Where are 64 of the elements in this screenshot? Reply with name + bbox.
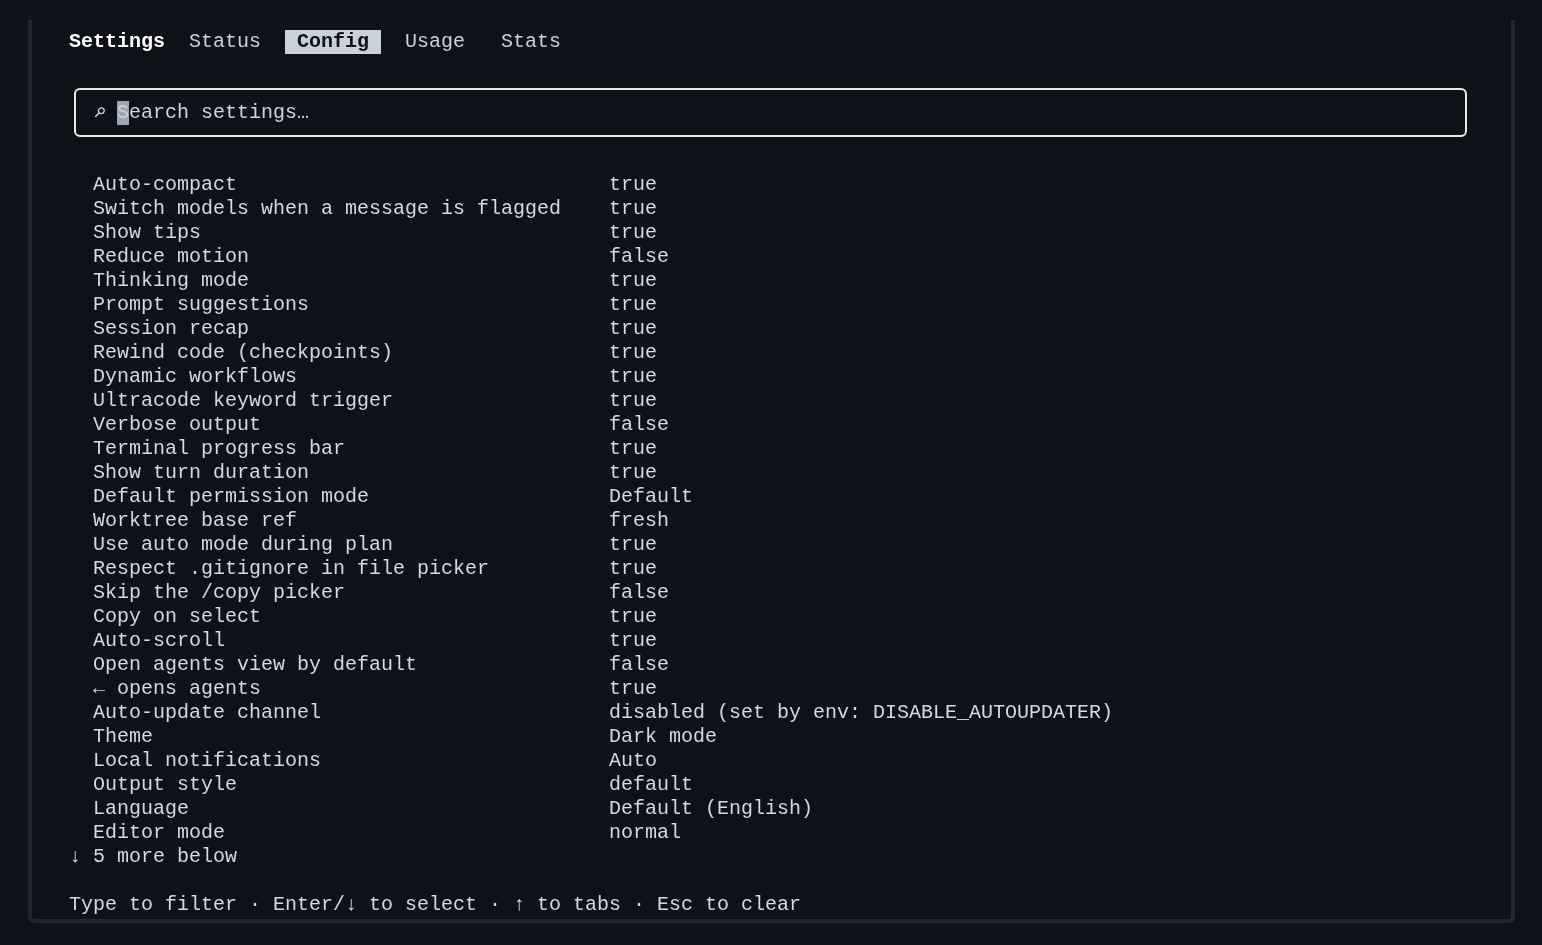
setting-value: disabled (set by env: DISABLE_AUTOUPDATER)	[609, 701, 1114, 725]
tab[interactable]: Config	[285, 30, 382, 54]
setting-name[interactable]: Output style	[93, 773, 609, 797]
setting-value: true	[609, 293, 657, 317]
setting-name[interactable]: Theme	[93, 725, 609, 749]
setting-value: true	[609, 341, 657, 365]
setting-name[interactable]: Worktree base ref	[93, 509, 609, 533]
tab[interactable]: Usage	[393, 30, 478, 54]
setting-value: Default (English)	[609, 797, 814, 821]
setting-name[interactable]: Auto-compact	[93, 173, 609, 197]
setting-name[interactable]: Show turn duration	[93, 461, 609, 485]
setting-value: false	[609, 653, 669, 677]
setting-value: true	[609, 461, 657, 485]
setting-name[interactable]: Local notifications	[93, 749, 609, 773]
setting-name[interactable]: Terminal progress bar	[93, 437, 609, 461]
setting-name[interactable]: Reduce motion	[93, 245, 609, 269]
setting-value: true	[609, 557, 657, 581]
setting-name[interactable]: Rewind code (checkpoints)	[93, 341, 609, 365]
setting-value: true	[609, 269, 657, 293]
setting-name[interactable]: Auto-scroll	[93, 629, 609, 653]
setting-value: true	[609, 317, 657, 341]
setting-value: true	[609, 605, 657, 629]
search-icon	[95, 107, 105, 117]
setting-name[interactable]: Ultracode keyword trigger	[93, 389, 609, 413]
setting-name[interactable]: Skip the /copy picker	[93, 581, 609, 605]
setting-name[interactable]: Copy on select	[93, 605, 609, 629]
setting-value: Default	[609, 485, 693, 509]
setting-value: true	[609, 389, 657, 413]
more-below-hint: ↓ 5 more below	[69, 845, 238, 868]
setting-name[interactable]: Thinking mode	[93, 269, 609, 293]
setting-value: true	[609, 533, 657, 557]
setting-value: Dark mode	[609, 725, 718, 749]
setting-value: true	[609, 173, 657, 197]
setting-name[interactable]: Open agents view by default	[93, 653, 609, 677]
tab[interactable]: Status	[177, 30, 274, 54]
setting-name[interactable]: Default permission mode	[93, 485, 609, 509]
setting-value: normal	[609, 821, 681, 845]
setting-value: true	[609, 221, 657, 245]
setting-value: true	[609, 437, 657, 461]
settings-title: Settings	[69, 30, 165, 54]
setting-value: true	[609, 365, 657, 389]
setting-value: false	[609, 581, 669, 605]
setting-name[interactable]: Dynamic workflows	[93, 365, 609, 389]
setting-name[interactable]: Language	[93, 797, 609, 821]
setting-name[interactable]: Respect .gitignore in file picker	[93, 557, 609, 581]
tab[interactable]: Stats	[489, 30, 574, 54]
setting-name[interactable]: ← opens agents	[93, 677, 609, 701]
setting-value: default	[609, 773, 693, 797]
setting-name[interactable]: Use auto mode during plan	[93, 533, 609, 557]
setting-name[interactable]: Show tips	[93, 221, 609, 245]
setting-value: true	[609, 629, 657, 653]
setting-name[interactable]: Switch models when a message is flagged	[93, 197, 609, 221]
setting-value: true	[609, 197, 657, 221]
setting-value: true	[609, 677, 657, 701]
setting-name[interactable]: Session recap	[93, 317, 609, 341]
setting-value: false	[609, 413, 669, 437]
setting-name[interactable]: Editor mode	[93, 821, 609, 845]
setting-name[interactable]: Auto-update channel	[93, 701, 609, 725]
setting-value: fresh	[609, 509, 669, 533]
setting-value: false	[609, 245, 669, 269]
setting-value: Auto	[609, 749, 657, 773]
setting-name[interactable]: Prompt suggestions	[93, 293, 609, 317]
setting-name[interactable]: Verbose output	[93, 413, 609, 437]
keyboard-hint: Type to filter · Enter/↓ to select · ↑ to tabs · Esc to clear	[69, 893, 802, 916]
